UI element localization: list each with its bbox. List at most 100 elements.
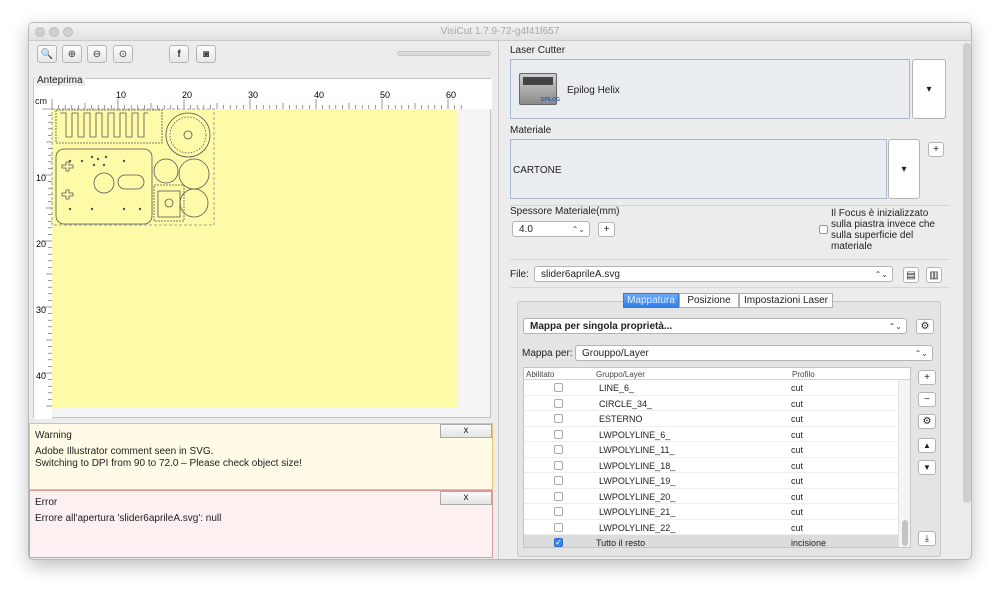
facebook-button[interactable]: f bbox=[169, 45, 189, 63]
layer-name: LWPOLYLINE_20_ bbox=[599, 491, 676, 502]
laser-cutter-name: Epilog Helix bbox=[567, 85, 620, 96]
dropdown-arrow-icon: ▾ bbox=[926, 83, 932, 95]
save-file-button[interactable]: ▥ bbox=[926, 267, 942, 283]
enabled-checkbox[interactable] bbox=[554, 522, 563, 532]
mapping-mode-select[interactable]: Mappa per singola proprietà... ⌃⌄ bbox=[523, 318, 907, 334]
layer-name: LWPOLYLINE_22_ bbox=[599, 522, 676, 533]
warning-title: Warning bbox=[35, 430, 72, 441]
gear-icon: ⚙ bbox=[920, 321, 930, 332]
add-material-button[interactable]: + bbox=[928, 142, 944, 157]
zoom-in-button[interactable]: ⊕ bbox=[62, 45, 82, 63]
enabled-checkbox[interactable] bbox=[554, 445, 563, 454]
file-value: slider6aprileA.svg bbox=[541, 269, 620, 280]
table-row[interactable]: LWPOLYLINE_18_ cut bbox=[524, 458, 898, 473]
open-file-button[interactable]: ▤ bbox=[903, 267, 919, 283]
enabled-checkbox[interactable] bbox=[554, 491, 563, 501]
profile-name[interactable]: cut bbox=[791, 476, 803, 486]
enabled-checkbox[interactable] bbox=[554, 460, 563, 470]
table-row[interactable]: ESTERNO cut bbox=[524, 411, 898, 427]
tab-mappatura[interactable]: Mappatura bbox=[623, 293, 679, 308]
enabled-checkbox[interactable] bbox=[554, 507, 563, 516]
dropdown-arrow-icon: ▾ bbox=[901, 163, 907, 175]
table-row[interactable]: ✓ Tutto il resto incisione bbox=[524, 535, 898, 547]
pane-divider[interactable] bbox=[498, 41, 499, 559]
map-by-label: Mappa per: bbox=[522, 348, 573, 359]
left-ruler bbox=[34, 79, 52, 419]
error-panel: Error Errore all'apertura 'slider6aprile… bbox=[29, 490, 493, 558]
profile-name[interactable]: cut bbox=[791, 383, 803, 393]
zoom-out-icon: 🔍 bbox=[40, 48, 54, 60]
enabled-checkbox[interactable] bbox=[554, 476, 563, 485]
top-ruler bbox=[34, 79, 492, 109]
warning-line-2: Switching to DPI from 90 to 72.0 – Pleas… bbox=[35, 458, 302, 469]
mapping-settings-button[interactable]: ⚙ bbox=[916, 319, 934, 334]
material-dropdown-button[interactable]: ▾ bbox=[888, 139, 920, 199]
focus-label-line-3: sulla superficie del bbox=[831, 230, 914, 241]
y-tick-label-20: 20 bbox=[36, 239, 46, 249]
profile-name[interactable]: cut bbox=[791, 523, 803, 533]
table-row[interactable]: CIRCLE_34_ cut bbox=[524, 396, 898, 411]
table-row[interactable]: LWPOLYLINE_19_ cut bbox=[524, 473, 898, 489]
enabled-checkbox[interactable] bbox=[554, 398, 563, 408]
laser-cutter-image: EPILOG bbox=[517, 67, 561, 111]
error-close-button[interactable]: x bbox=[440, 491, 492, 505]
remove-row-button[interactable]: − bbox=[918, 392, 936, 407]
y-tick-label-40: 40 bbox=[36, 371, 46, 381]
profile-name[interactable]: incisione bbox=[791, 538, 826, 547]
add-thickness-button[interactable]: + bbox=[598, 222, 615, 237]
profile-name[interactable]: cut bbox=[791, 492, 803, 502]
tab-impostazioni-laser[interactable]: Impostazioni Laser bbox=[739, 293, 833, 308]
enabled-checkbox[interactable] bbox=[554, 414, 563, 423]
material-label: Materiale bbox=[510, 125, 552, 136]
map-by-select[interactable]: Grouppo/Layer ⌃⌄ bbox=[575, 345, 933, 361]
focus-checkbox[interactable] bbox=[819, 225, 828, 234]
layer-name: LINE_6_ bbox=[599, 383, 635, 393]
map-by-value: Grouppo/Layer bbox=[582, 348, 649, 359]
move-down-button[interactable]: ▼ bbox=[918, 460, 936, 475]
header-layer: Gruppo/Layer bbox=[596, 370, 645, 379]
table-row[interactable]: LWPOLYLINE_22_ cut bbox=[524, 520, 898, 535]
zoom-out-button[interactable]: 🔍 bbox=[37, 45, 57, 63]
laser-cutter-selector[interactable]: EPILOG Epilog Helix bbox=[510, 59, 910, 119]
progress-bar bbox=[397, 51, 491, 56]
laser-cutter-label: Laser Cutter bbox=[510, 45, 566, 56]
add-row-button[interactable]: + bbox=[918, 370, 936, 385]
table-row[interactable]: LWPOLYLINE_20_ cut bbox=[524, 489, 898, 504]
preview-panel: 10 20 30 40 50 60 10 20 30 40 bbox=[33, 78, 492, 419]
preview-canvas[interactable]: 10 20 30 40 50 60 10 20 30 40 bbox=[34, 79, 492, 419]
camera-button[interactable]: ◙ bbox=[196, 45, 216, 63]
laser-cutter-dropdown-button[interactable]: ▾ bbox=[912, 59, 946, 119]
x-tick-label-10: 10 bbox=[116, 90, 126, 100]
profile-name[interactable]: cut bbox=[791, 430, 803, 440]
warning-close-button[interactable]: x bbox=[440, 424, 492, 438]
enabled-checkbox[interactable]: ✓ bbox=[554, 538, 563, 547]
stepper-icon: ⌃⌄ bbox=[888, 322, 902, 331]
table-row[interactable]: LINE_6_ cut bbox=[524, 380, 898, 396]
move-up-button[interactable]: ▲ bbox=[918, 438, 936, 453]
material-selector[interactable]: CARTONE bbox=[510, 139, 887, 199]
tab-posizione[interactable]: Posizione bbox=[679, 293, 739, 308]
zoom-reset-button[interactable]: ⊙ bbox=[113, 45, 133, 63]
window-scrollbar[interactable] bbox=[963, 43, 971, 503]
table-row[interactable]: LWPOLYLINE_6_ cut bbox=[524, 427, 898, 442]
table-row[interactable]: LWPOLYLINE_11_ cut bbox=[524, 442, 898, 458]
file-select[interactable]: slider6aprileA.svg ⌃⌄ bbox=[534, 266, 893, 282]
zoom-fit-icon: ⊖ bbox=[92, 48, 102, 60]
export-button[interactable]: ⤓ bbox=[918, 531, 936, 546]
enabled-checkbox[interactable] bbox=[554, 383, 563, 392]
profile-name[interactable]: cut bbox=[791, 414, 803, 424]
x-tick-label-30: 30 bbox=[248, 90, 258, 100]
profile-name[interactable]: cut bbox=[791, 445, 803, 455]
table-scrollbar[interactable] bbox=[898, 380, 910, 547]
row-settings-button[interactable]: ⚙ bbox=[918, 414, 936, 429]
thickness-select[interactable]: 4.0 ⌃⌄ bbox=[512, 221, 590, 237]
separator bbox=[510, 259, 950, 260]
table-row[interactable]: LWPOLYLINE_21_ cut bbox=[524, 504, 898, 520]
zoom-fit-button[interactable]: ⊖ bbox=[87, 45, 107, 63]
table-scroll-thumb[interactable] bbox=[902, 520, 908, 546]
profile-name[interactable]: cut bbox=[791, 461, 803, 471]
enabled-checkbox[interactable] bbox=[554, 429, 563, 439]
layer-name: LWPOLYLINE_18_ bbox=[599, 460, 676, 471]
profile-name[interactable]: cut bbox=[791, 507, 803, 517]
profile-name[interactable]: cut bbox=[791, 399, 803, 409]
